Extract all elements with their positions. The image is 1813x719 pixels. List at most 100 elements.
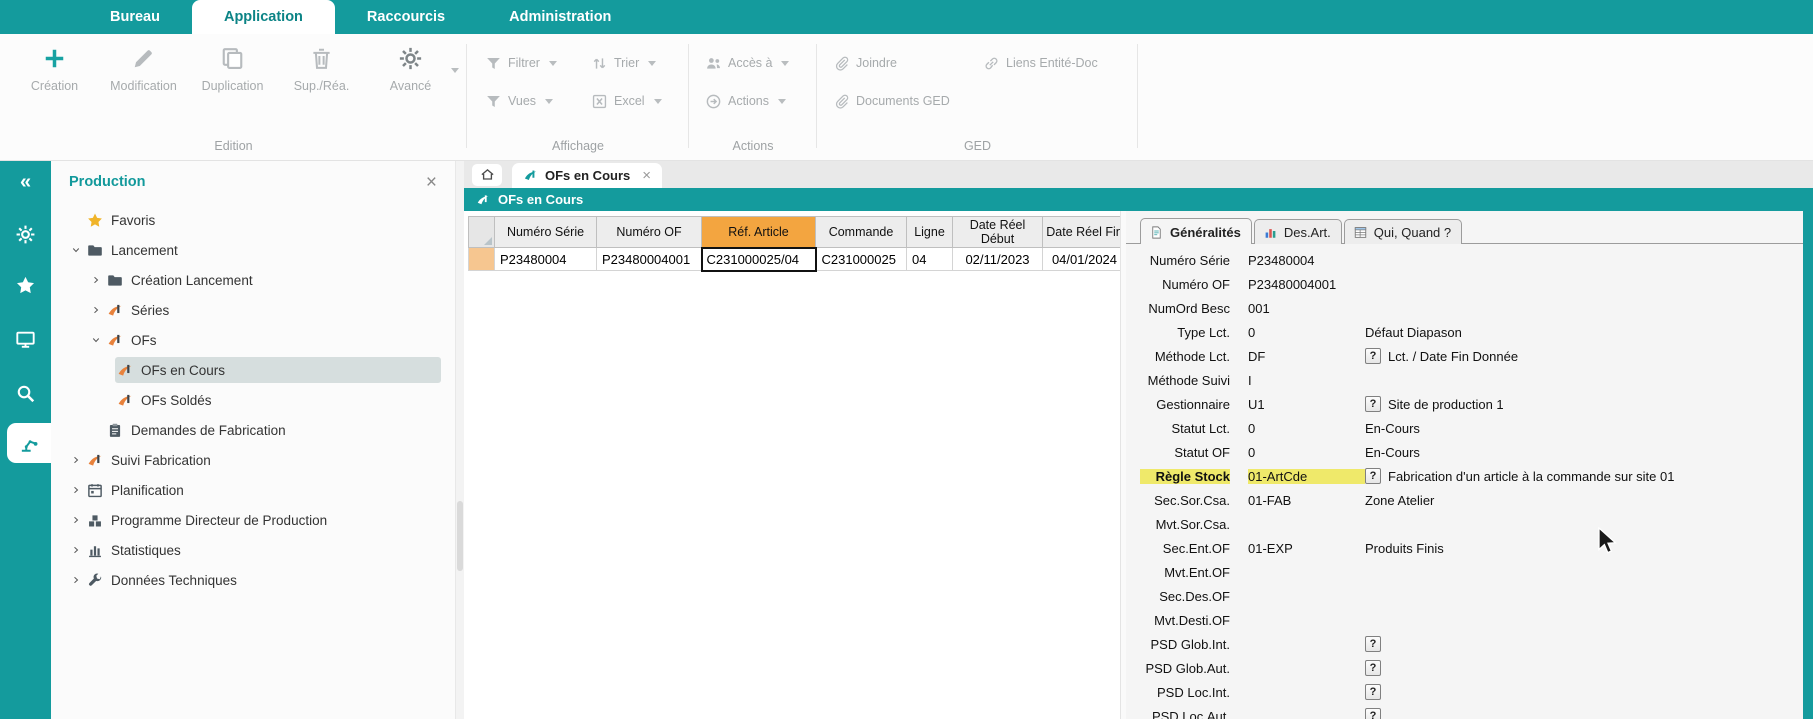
nav-panel-scrollbar[interactable] — [455, 161, 464, 719]
avance-button[interactable]: Avancé — [366, 46, 455, 93]
folder-icon — [106, 272, 124, 289]
avance-dropdown-caret[interactable] — [451, 68, 459, 73]
nav-item-donnees-techniques[interactable]: Données Techniques — [51, 565, 455, 595]
menu-bureau[interactable]: Bureau — [78, 0, 192, 34]
scrollbar-thumb[interactable] — [457, 501, 463, 571]
help-button[interactable]: ? — [1365, 684, 1381, 700]
menu-administration[interactable]: Administration — [477, 0, 643, 34]
nav-item-suivi-fabrication[interactable]: Suivi Fabrication — [51, 445, 455, 475]
field-value: DF — [1248, 349, 1365, 364]
left-icon-strip: « — [0, 161, 51, 719]
chevron-right-icon[interactable] — [67, 452, 85, 468]
duplication-button[interactable]: Duplication — [188, 46, 277, 93]
acces-a-button[interactable]: Accès à — [705, 54, 817, 72]
joindre-button[interactable]: Joindre — [833, 54, 983, 72]
chevron-right-icon[interactable] — [67, 512, 85, 528]
table-row[interactable]: P23480004 P23480004001 C231000025/04 C23… — [469, 248, 1121, 271]
paperclip-icon — [833, 93, 850, 110]
chevron-down-icon[interactable] — [87, 332, 105, 348]
excel-dropdown-caret[interactable] — [654, 99, 662, 104]
column-header-date-reel-fin[interactable]: Date Réel Fin — [1043, 217, 1121, 248]
help-button[interactable]: ? — [1365, 468, 1381, 484]
chevron-right-icon[interactable] — [67, 482, 85, 498]
help-button[interactable]: ? — [1365, 636, 1381, 652]
chevron-right-icon[interactable] — [67, 542, 85, 558]
tab-ofs-en-cours[interactable]: OFs en Cours × — [512, 163, 662, 188]
trier-button[interactable]: Trier — [591, 54, 697, 72]
actions-button[interactable]: Actions — [705, 92, 817, 110]
grid-corner-cell[interactable] — [469, 217, 495, 248]
ribbon-group-edition-label: Edition — [0, 139, 467, 153]
modification-button[interactable]: Modification — [99, 46, 188, 93]
nav-item-ofs[interactable]: OFs — [51, 325, 455, 355]
filtrer-dropdown-caret[interactable] — [549, 61, 557, 66]
chevron-right-icon[interactable] — [67, 572, 85, 588]
suppression-button[interactable]: Sup./Réa. — [277, 46, 366, 93]
help-button[interactable]: ? — [1365, 396, 1381, 412]
help-button[interactable]: ? — [1365, 708, 1381, 719]
help-button[interactable]: ? — [1365, 348, 1381, 364]
row-selector-cell[interactable] — [469, 248, 495, 271]
nav-item-statistiques[interactable]: Statistiques — [51, 535, 455, 565]
column-header-numero-serie[interactable]: Numéro Série — [495, 217, 597, 248]
liens-entite-doc-button[interactable]: Liens Entité-Doc — [983, 54, 1153, 72]
nav-item-favoris[interactable]: Favoris — [51, 205, 455, 235]
nav-item-ofs-soldes[interactable]: OFs Soldés — [51, 385, 455, 415]
cell-commande[interactable]: C231000025 — [816, 248, 907, 271]
tab-generalites[interactable]: Généralités — [1140, 218, 1252, 244]
cell-ligne[interactable]: 04 — [907, 248, 953, 271]
collapse-panel-button[interactable]: « — [0, 169, 51, 195]
production-module-button[interactable] — [7, 423, 51, 463]
right-scrollbar[interactable] — [1803, 211, 1813, 719]
home-tab-button[interactable] — [472, 164, 502, 186]
chevron-down-icon[interactable] — [67, 242, 85, 258]
document-title-bar: OFs en Cours — [464, 188, 1813, 211]
search-strip-button[interactable] — [0, 380, 51, 406]
wrench-icon — [86, 572, 104, 589]
acces-a-dropdown-caret[interactable] — [781, 61, 789, 66]
nav-item-series[interactable]: Séries — [51, 295, 455, 325]
tab-qui-quand[interactable]: Qui, Quand ? — [1344, 219, 1462, 244]
cell-numero-of[interactable]: P23480004001 — [597, 248, 702, 271]
tab-close-button[interactable]: × — [642, 167, 651, 184]
nav-item-demandes-fabrication[interactable]: Demandes de Fabrication — [51, 415, 455, 445]
help-button[interactable]: ? — [1365, 660, 1381, 676]
nav-item-programme-directeur[interactable]: Programme Directeur de Production — [51, 505, 455, 535]
column-header-numero-of[interactable]: Numéro OF — [597, 217, 702, 248]
trier-dropdown-caret[interactable] — [648, 61, 656, 66]
cell-date-reel-fin[interactable]: 04/01/2024 — [1043, 248, 1121, 271]
cell-date-reel-debut[interactable]: 02/11/2023 — [953, 248, 1043, 271]
excel-button[interactable]: Excel — [591, 92, 697, 110]
filtrer-button[interactable]: Filtrer — [485, 54, 591, 72]
cell-ref-article-focused[interactable]: C231000025/04 — [702, 248, 816, 271]
menu-application[interactable]: Application — [192, 0, 335, 34]
tab-des-art[interactable]: Des.Art. — [1254, 219, 1342, 244]
nav-item-planification[interactable]: Planification — [51, 475, 455, 505]
creation-button[interactable]: Création — [10, 46, 99, 93]
favorites-strip-button[interactable] — [0, 272, 51, 298]
cell-numero-serie[interactable]: P23480004 — [495, 248, 597, 271]
folder-icon — [86, 242, 104, 259]
field-row-methode-lct: Méthode Lct.DF?Lct. / Date Fin Donnée — [1126, 344, 1803, 368]
nav-item-creation-lancement[interactable]: Création Lancement — [51, 265, 455, 295]
vues-dropdown-caret[interactable] — [545, 99, 553, 104]
nav-item-ofs-en-cours[interactable]: OFs en Cours — [51, 355, 455, 385]
column-header-date-reel-debut[interactable]: Date Réel Début — [953, 217, 1043, 248]
vues-button[interactable]: Vues — [485, 92, 591, 110]
chevron-right-icon[interactable] — [87, 272, 105, 288]
field-label: Sec.Ent.OF — [1140, 541, 1230, 556]
field-desc: Zone Atelier — [1365, 493, 1434, 508]
settings-strip-button[interactable] — [0, 221, 51, 247]
nav-item-label: Lancement — [111, 243, 178, 258]
column-header-commande[interactable]: Commande — [816, 217, 907, 248]
column-header-ligne[interactable]: Ligne — [907, 217, 953, 248]
menu-raccourcis[interactable]: Raccourcis — [335, 0, 477, 34]
nav-item-lancement[interactable]: Lancement — [51, 235, 455, 265]
chevron-right-icon[interactable] — [87, 302, 105, 318]
field-value: 01-ArtCde — [1248, 469, 1365, 484]
column-header-ref-article[interactable]: Réf. Article — [702, 217, 816, 248]
desktop-strip-button[interactable] — [0, 326, 51, 352]
nav-panel-close-button[interactable]: × — [426, 173, 437, 192]
documents-ged-button[interactable]: Documents GED — [833, 92, 983, 110]
actions-dropdown-caret[interactable] — [778, 99, 786, 104]
